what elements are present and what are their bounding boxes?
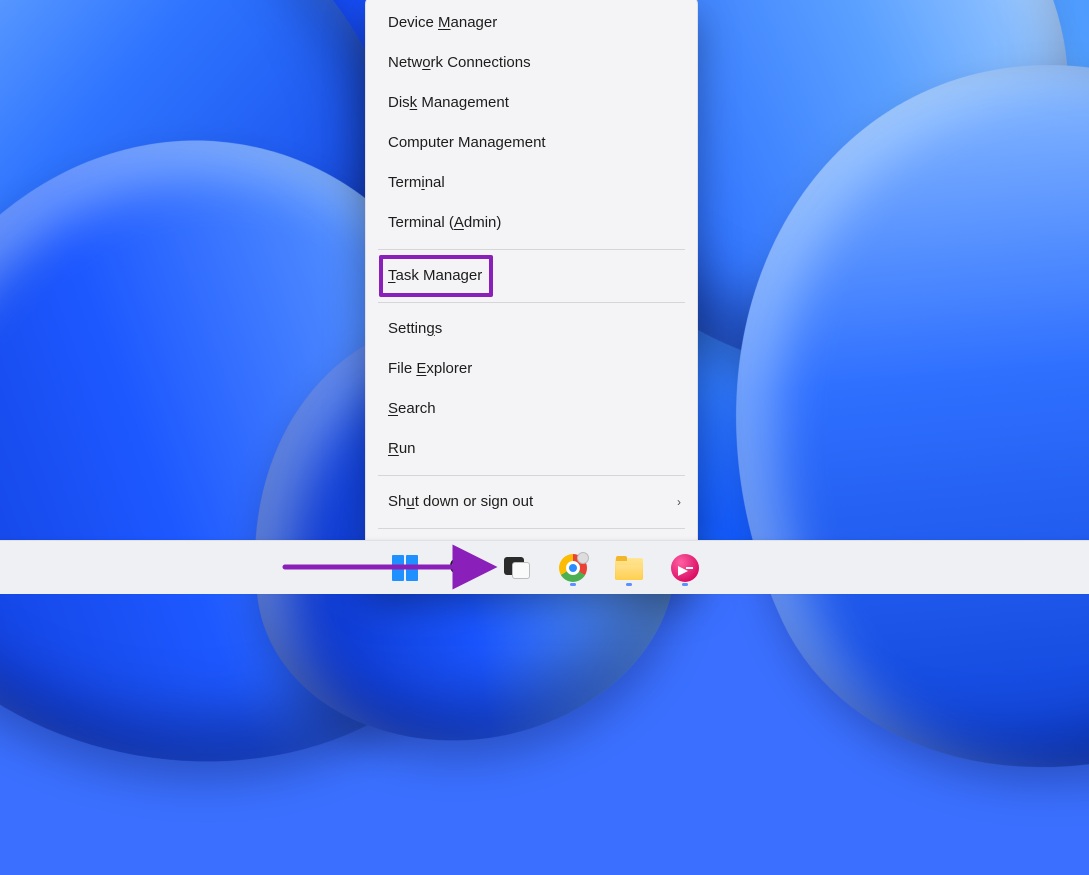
app-pink-button[interactable]: [665, 548, 705, 588]
menu-item-run[interactable]: Run: [366, 429, 697, 469]
menu-item-shut-down-or-sign-out[interactable]: Shut down or sign out ›: [366, 482, 697, 522]
menu-separator: [378, 249, 685, 250]
taskbar: [0, 540, 1089, 594]
chrome-icon: [559, 554, 587, 582]
menu-item-label: Terminal: [388, 174, 445, 191]
menu-item-label: Shut down or sign out: [388, 493, 533, 510]
menu-item-task-manager[interactable]: Task Manager: [366, 256, 697, 296]
menu-item-settings[interactable]: Settings: [366, 309, 697, 349]
pink-app-icon: [671, 554, 699, 582]
menu-item-terminal-admin-[interactable]: Terminal (Admin): [366, 203, 697, 243]
menu-item-terminal[interactable]: Terminal: [366, 163, 697, 203]
chrome-button[interactable]: [553, 548, 593, 588]
menu-separator: [378, 475, 685, 476]
menu-item-label: Run: [388, 440, 416, 457]
file-explorer-icon: [615, 556, 643, 580]
menu-item-label: Computer Management: [388, 134, 546, 151]
task-view-icon: [504, 557, 530, 579]
running-indicator: [570, 583, 576, 586]
menu-item-computer-management[interactable]: Computer Management: [366, 123, 697, 163]
menu-item-file-explorer[interactable]: File Explorer: [366, 349, 697, 389]
search-button[interactable]: [441, 548, 481, 588]
chevron-right-icon: ›: [677, 492, 681, 512]
menu-item-label: File Explorer: [388, 360, 472, 377]
winx-context-menu: Device Manager Network Connections Disk Ma…: [365, 0, 698, 584]
windows-logo-icon: [392, 555, 418, 581]
menu-item-label: Device Manager: [388, 14, 497, 31]
menu-item-label: Settings: [388, 320, 442, 337]
menu-item-label: Terminal (Admin): [388, 214, 501, 231]
task-view-button[interactable]: [497, 548, 537, 588]
start-button[interactable]: [385, 548, 425, 588]
menu-item-disk-management[interactable]: Disk Management: [366, 83, 697, 123]
menu-item-device-manager[interactable]: Device Manager: [366, 3, 697, 43]
menu-separator: [378, 302, 685, 303]
menu-item-label: Network Connections: [388, 54, 531, 71]
menu-item-search[interactable]: Search: [366, 389, 697, 429]
menu-item-label: Disk Management: [388, 94, 509, 111]
file-explorer-button[interactable]: [609, 548, 649, 588]
menu-item-label: Task Manager: [388, 267, 482, 284]
menu-item-label: Search: [388, 400, 436, 417]
search-icon: [448, 555, 474, 581]
menu-item-network-connections[interactable]: Network Connections: [366, 43, 697, 83]
running-indicator: [682, 583, 688, 586]
taskbar-center-group: [385, 548, 705, 588]
running-indicator: [626, 583, 632, 586]
menu-separator: [378, 528, 685, 529]
